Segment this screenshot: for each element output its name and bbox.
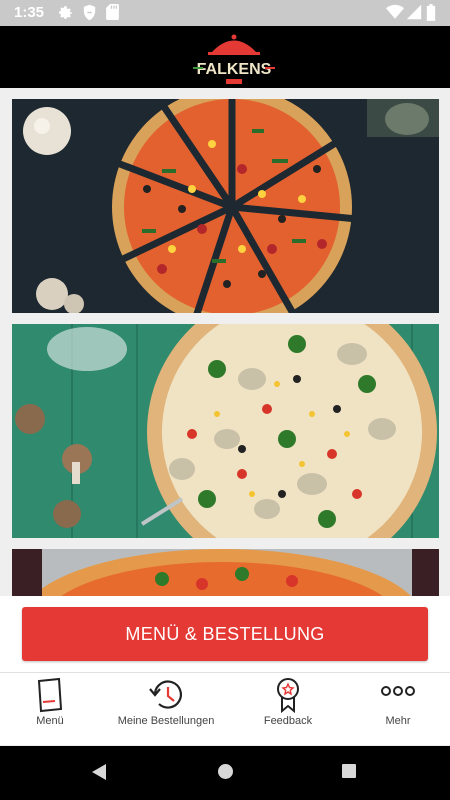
tab-menu[interactable]: Menü: [0, 673, 106, 745]
brand-logo: FALKENS: [189, 30, 279, 88]
signal-icon: [406, 4, 422, 25]
tab-my-orders-label: Meine Bestellungen: [117, 715, 215, 727]
cta-container: MENÜ & BESTELLUNG: [0, 596, 450, 672]
award-ribbon-icon: [273, 677, 303, 715]
feed-image-pizza-partial[interactable]: [12, 549, 439, 596]
status-time: 1:35: [14, 4, 45, 21]
battery-icon: [426, 4, 436, 26]
menu-book-icon: [35, 677, 65, 715]
more-dots-icon: [379, 677, 417, 715]
tab-menu-label: Menü: [36, 715, 64, 727]
svg-text:FALKENS: FALKENS: [197, 61, 272, 78]
tab-more[interactable]: Mehr: [342, 673, 450, 745]
feed-image-mushroom-pizza[interactable]: [12, 324, 439, 538]
tab-my-orders[interactable]: Meine Bestellungen: [110, 673, 222, 745]
wifi-icon: [386, 4, 404, 25]
recents-icon[interactable]: [341, 763, 357, 784]
back-icon[interactable]: [91, 763, 107, 786]
tab-more-label: Mehr: [385, 715, 411, 727]
menu-order-button[interactable]: MENÜ & BESTELLUNG: [22, 607, 428, 661]
home-icon[interactable]: [217, 763, 234, 785]
sd-card-icon: [106, 4, 119, 25]
history-icon: [147, 677, 185, 715]
tab-feedback-label: Feedback: [263, 715, 313, 727]
bottom-tab-bar: Menü Meine Bestellungen Feedback Mehr: [0, 672, 450, 745]
settings-icon: [57, 4, 74, 26]
status-bar: 1:35: [0, 0, 450, 26]
system-nav-bar: [0, 746, 450, 800]
tab-feedback[interactable]: Feedback: [232, 673, 344, 745]
image-feed[interactable]: [0, 88, 450, 596]
feed-image-pizza-slices[interactable]: [12, 99, 439, 313]
shield-icon: [82, 4, 97, 26]
